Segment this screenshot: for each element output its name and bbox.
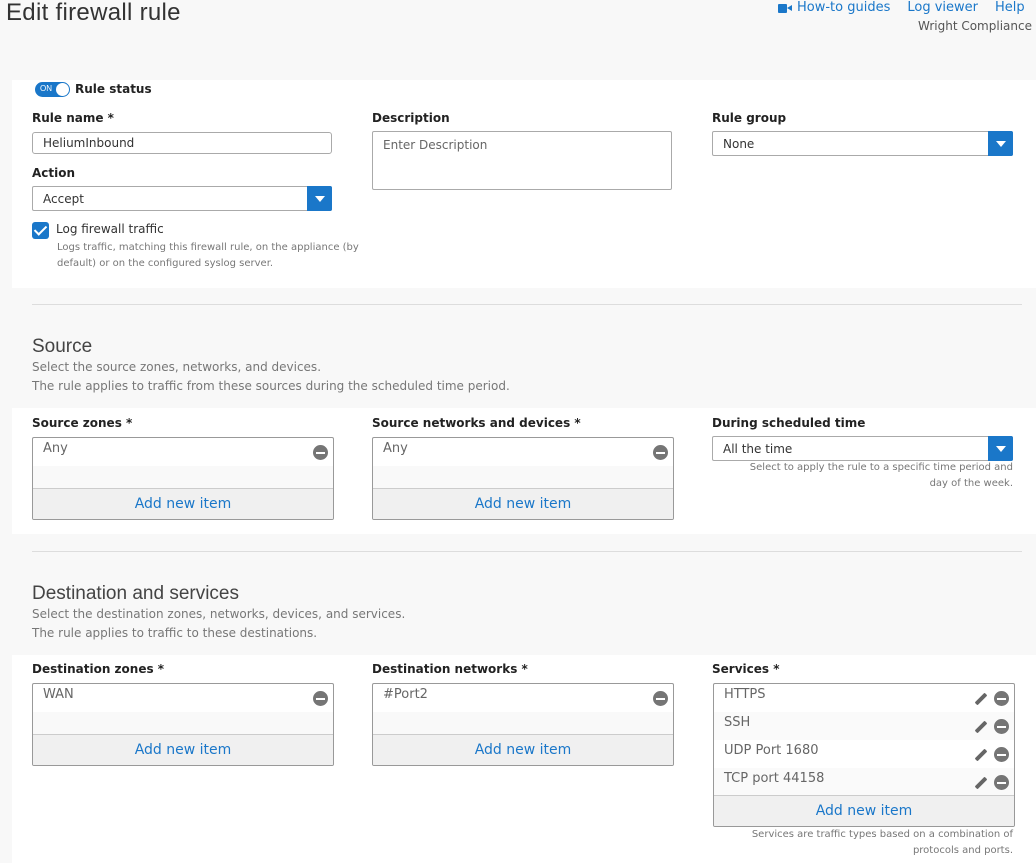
- list-spacer: [373, 466, 673, 489]
- divider: [32, 304, 1022, 305]
- description-textarea[interactable]: Enter Description: [372, 131, 672, 190]
- chevron-down-icon[interactable]: [988, 436, 1013, 461]
- source-networks-label: Source networks and devices *: [372, 416, 581, 430]
- list-item-label: HTTPS: [724, 687, 766, 702]
- log-viewer-link[interactable]: Log viewer: [907, 0, 978, 15]
- add-new-item-button[interactable]: Add new item: [33, 735, 333, 765]
- services-label: Services *: [712, 662, 780, 676]
- add-new-item-button[interactable]: Add new item: [33, 489, 333, 519]
- rule-group-label: Rule group: [712, 111, 787, 125]
- list-item-label: WAN: [43, 687, 74, 702]
- destination-section-title: Destination and services: [32, 583, 239, 604]
- services-hint: Services are traffic types based on a co…: [751, 829, 1013, 856]
- list-spacer: [33, 712, 333, 735]
- source-subtitle-1: Select the source zones, networks, and d…: [32, 360, 322, 374]
- destination-zones-list: WAN Add new item: [32, 683, 334, 766]
- destination-networks-label: Destination networks *: [372, 662, 528, 676]
- source-zones-list: Any Add new item: [32, 437, 334, 520]
- list-item: TCP port 44158: [714, 768, 1014, 796]
- schedule-select[interactable]: All the time: [712, 436, 1013, 461]
- list-item-label: Any: [43, 441, 68, 456]
- how-to-guides-link[interactable]: How-to guides: [797, 0, 890, 15]
- schedule-hint: Select to apply the rule to a specific t…: [749, 462, 1013, 489]
- toggle-on-text: ON: [40, 84, 52, 93]
- source-zones-label: Source zones *: [32, 416, 133, 430]
- log-traffic-checkbox[interactable]: [32, 222, 49, 239]
- pencil-icon[interactable]: [973, 691, 988, 706]
- list-item: WAN: [33, 684, 333, 712]
- action-value: Accept: [43, 191, 84, 206]
- rule-status-toggle[interactable]: ON: [35, 82, 70, 97]
- list-item: Any: [373, 438, 673, 466]
- schedule-value: All the time: [723, 441, 793, 456]
- add-new-item-button[interactable]: Add new item: [373, 489, 673, 519]
- list-item-label: Any: [383, 441, 408, 456]
- add-new-item-button[interactable]: Add new item: [373, 735, 673, 765]
- remove-icon[interactable]: [653, 445, 668, 460]
- destination-subtitle-2: The rule applies to traffic to these des…: [32, 626, 318, 640]
- list-item-label: UDP Port 1680: [724, 743, 819, 758]
- action-select[interactable]: Accept: [32, 186, 332, 211]
- chevron-down-icon[interactable]: [307, 186, 332, 211]
- rule-group-value: None: [723, 136, 755, 151]
- description-label: Description: [372, 111, 450, 125]
- remove-icon[interactable]: [994, 775, 1009, 790]
- list-spacer: [33, 466, 333, 489]
- rule-status-label: Rule status: [75, 82, 152, 96]
- destination-zones-label: Destination zones *: [32, 662, 165, 676]
- remove-icon[interactable]: [994, 719, 1009, 734]
- list-item: UDP Port 1680: [714, 740, 1014, 768]
- source-section-title: Source: [32, 336, 93, 357]
- services-list: HTTPS SSH UDP Port 1680 TCP port 44158 A…: [713, 683, 1015, 827]
- remove-icon[interactable]: [313, 691, 328, 706]
- log-traffic-hint: Logs traffic, matching this firewall rul…: [57, 242, 359, 269]
- page-title: Edit firewall rule: [6, 0, 181, 26]
- remove-icon[interactable]: [313, 445, 328, 460]
- source-subtitle-2: The rule applies to traffic from these s…: [32, 379, 510, 393]
- pencil-icon[interactable]: [973, 747, 988, 762]
- list-item-label: #Port2: [383, 687, 428, 702]
- list-item: HTTPS: [714, 684, 1014, 712]
- rule-name-input[interactable]: HeliumInbound: [32, 132, 332, 154]
- list-spacer: [373, 712, 673, 735]
- top-links: How-to guides Log viewer Help ac: [778, 0, 1036, 15]
- list-item: SSH: [714, 712, 1014, 740]
- list-item-label: TCP port 44158: [724, 771, 825, 786]
- rule-group-select[interactable]: None: [712, 131, 1013, 156]
- destination-subtitle-1: Select the destination zones, networks, …: [32, 607, 406, 621]
- remove-icon[interactable]: [994, 747, 1009, 762]
- video-camera-icon: [778, 3, 792, 13]
- divider: [32, 551, 1022, 552]
- list-item: Any: [33, 438, 333, 466]
- pencil-icon[interactable]: [973, 775, 988, 790]
- log-traffic-label: Log firewall traffic: [56, 222, 164, 236]
- rule-name-label: Rule name *: [32, 111, 114, 125]
- pencil-icon[interactable]: [973, 719, 988, 734]
- remove-icon[interactable]: [653, 691, 668, 706]
- company-name: Wright Compliance Se: [918, 19, 1036, 33]
- chevron-down-icon[interactable]: [988, 131, 1013, 156]
- list-item: #Port2: [373, 684, 673, 712]
- remove-icon[interactable]: [994, 691, 1009, 706]
- action-label: Action: [32, 166, 76, 180]
- help-link[interactable]: Help: [995, 0, 1025, 15]
- schedule-label: During scheduled time: [712, 416, 866, 430]
- add-new-item-button[interactable]: Add new item: [714, 796, 1014, 826]
- toggle-knob: [56, 83, 69, 96]
- list-item-label: SSH: [724, 715, 751, 730]
- source-networks-list: Any Add new item: [372, 437, 674, 520]
- destination-networks-list: #Port2 Add new item: [372, 683, 674, 766]
